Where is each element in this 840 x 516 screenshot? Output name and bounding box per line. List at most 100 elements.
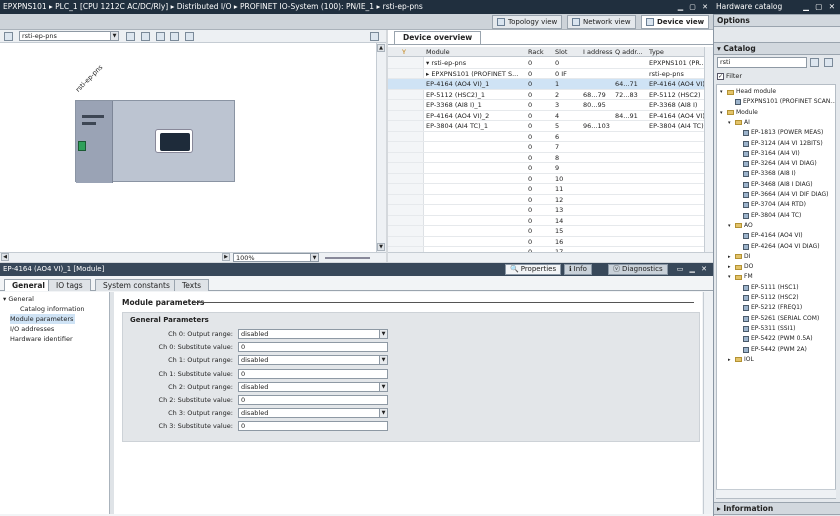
select-icon[interactable] xyxy=(156,32,165,41)
scroll-up-icon[interactable]: ▲ xyxy=(377,44,385,52)
topology-view-button[interactable]: Topology view xyxy=(492,15,563,29)
catalog-tree-item[interactable]: ▾ AO xyxy=(728,221,753,231)
table-row[interactable]: 0 13 xyxy=(388,205,704,216)
expander-icon[interactable]: ▸ xyxy=(728,262,733,272)
table-row[interactable]: EP-5112 (HSC2)_1 0 2 68...79 72...83 EP-5112 … xyxy=(388,90,704,100)
output-range-select[interactable]: disabled ▼ xyxy=(238,329,388,339)
catalog-window-controls[interactable]: ▁ ▢ ✕ xyxy=(803,0,837,14)
catalog-header[interactable]: ▾ Catalog xyxy=(714,42,840,55)
table-row[interactable]: EP-3368 (AI8 I)_1 0 3 80...95 EP-3368 (AI8 I… xyxy=(388,100,704,111)
catalog-tree-item[interactable]: EP-5112 (HSC2) xyxy=(736,293,799,303)
table-row[interactable]: 0 12 xyxy=(388,195,704,205)
table-row[interactable]: 0 15 xyxy=(388,226,704,237)
overview-vscroll[interactable] xyxy=(704,47,713,252)
col-type[interactable]: Type xyxy=(649,47,664,57)
scroll-right-icon[interactable]: ▶ xyxy=(222,253,230,261)
output-range-select[interactable]: disabled ▼ xyxy=(238,355,388,366)
zoom-icon[interactable] xyxy=(185,32,194,41)
catalog-tree-item[interactable]: ▸ DI xyxy=(728,252,750,262)
catalog-tree-item[interactable]: EP-3164 (AI4 VI) xyxy=(736,149,800,159)
catalog-tree-item[interactable]: EP-3804 (AI4 TC) xyxy=(736,211,801,221)
grid-icon[interactable] xyxy=(170,32,179,41)
panel-toggle-icon[interactable] xyxy=(370,32,379,41)
search-icon[interactable] xyxy=(810,58,819,67)
table-row[interactable]: 0 11 xyxy=(388,184,704,195)
panel-controls[interactable]: ▭ ▁ ✕ xyxy=(677,263,709,276)
window-controls[interactable]: ▁ ▢ ✕ xyxy=(678,0,710,14)
col-rack[interactable]: Rack xyxy=(528,47,544,57)
catalog-tree-item[interactable]: EP-3264 (AI4 VI DIAG) xyxy=(736,159,817,169)
properties-icon[interactable] xyxy=(126,32,135,41)
table-row[interactable]: EP-3804 (AI4 TC)_1 0 5 96...103 EP-3804 (AI4… xyxy=(388,121,704,132)
network-view-button[interactable]: Network view xyxy=(567,15,636,29)
catalog-tree-item[interactable]: EP-5442 (PWM 2A) xyxy=(736,345,807,355)
nav-general[interactable]: ▾ General xyxy=(3,294,34,304)
catalog-tree-item[interactable]: EP-5261 (SERIAL COM) xyxy=(736,314,819,324)
catalog-tree-item[interactable]: ▾ Module xyxy=(720,108,758,118)
catalog-tree-item[interactable]: ▾ Head module xyxy=(720,87,776,97)
properties-vscroll[interactable] xyxy=(703,292,713,514)
catalog-tree-item[interactable]: EP-3704 (AI4 RTD) xyxy=(736,200,806,210)
catalog-tree-item[interactable]: EPXPNS101 (PROFINET SCAN... xyxy=(728,97,835,107)
table-row[interactable]: EP-4164 (AO4 VI)_1 0 1 64...71 EP-4164 (AO4 … xyxy=(388,79,704,90)
canvas-hscroll[interactable]: ◀ ▶ 100% ▼ xyxy=(0,252,386,262)
catalog-tree-item[interactable]: EP-1813 (POWER MEAS) xyxy=(736,128,823,138)
catalog-tree-item[interactable]: EP-5111 (HSC1) xyxy=(736,283,799,293)
substitute-value-input[interactable]: 0 xyxy=(238,368,388,379)
overview-hscroll[interactable] xyxy=(388,252,713,262)
table-row[interactable]: 06 xyxy=(388,132,704,142)
nav-io-addresses[interactable]: I/O addresses xyxy=(10,324,54,334)
tab-properties[interactable]: 🔍 Properties xyxy=(505,264,562,275)
table-row[interactable]: 09 xyxy=(388,163,704,174)
catalog-hscroll[interactable] xyxy=(716,489,836,498)
expander-icon[interactable]: ▾ xyxy=(728,272,733,282)
tab-io-tags[interactable]: IO tags xyxy=(48,279,91,291)
nav-hardware-identifier[interactable]: Hardware identifier xyxy=(10,334,73,344)
table-icon[interactable] xyxy=(141,32,150,41)
catalog-tree-item[interactable]: ▾ FM xyxy=(728,272,753,282)
zoom-slider[interactable] xyxy=(325,257,370,259)
catalog-tree-item[interactable]: EP-5311 (SSI1) xyxy=(736,324,796,334)
catalog-tree-item[interactable]: ▾ AI xyxy=(728,118,750,128)
catalog-tree-item[interactable]: EP-3664 (AI4 VI DIF DIAG) xyxy=(736,190,828,200)
table-row[interactable]: 0 14 xyxy=(388,216,704,226)
filter-checkbox[interactable]: ✓ Filter xyxy=(717,72,742,80)
device-rack[interactable] xyxy=(75,100,235,183)
table-row[interactable]: 0 10 xyxy=(388,174,704,184)
search-next-icon[interactable] xyxy=(824,58,833,67)
col-q-address[interactable]: Q addr... xyxy=(615,47,643,57)
catalog-search-input[interactable]: rsti xyxy=(717,57,807,68)
output-range-select[interactable]: disabled ▼ xyxy=(238,381,388,392)
col-i-address[interactable]: I address xyxy=(583,47,613,57)
options-header[interactable]: Options xyxy=(714,14,840,27)
table-row[interactable]: ▸ EPXPNS101 (PROFINET S... 0 0 IF rsti-ep-p… xyxy=(388,69,704,79)
substitute-value-input[interactable]: 0 xyxy=(238,421,388,432)
expander-icon[interactable]: ▾ xyxy=(720,87,725,97)
device-view-button[interactable]: Device view xyxy=(641,15,710,29)
device-tool-icon[interactable] xyxy=(4,32,13,41)
expander-icon[interactable]: ▾ xyxy=(728,221,733,231)
catalog-tree-item[interactable]: EP-4164 (AO4 VI) xyxy=(736,231,803,241)
table-row[interactable]: 07 xyxy=(388,142,704,153)
catalog-tree-item[interactable]: EP-5212 (FREQ1) xyxy=(736,303,802,313)
device-selector[interactable]: rsti-ep-pns ▼ xyxy=(19,31,119,41)
tab-system-constants[interactable]: System constants xyxy=(95,279,178,291)
substitute-value-input[interactable]: 0 xyxy=(238,395,388,405)
col-slot[interactable]: Slot xyxy=(555,47,567,57)
expander-icon[interactable]: ▾ xyxy=(728,118,733,128)
catalog-tree-item[interactable]: ▸ DO xyxy=(728,262,753,272)
tab-texts[interactable]: Texts xyxy=(174,279,210,291)
catalog-tree-item[interactable]: EP-5422 (PWM 0.5A) xyxy=(736,334,813,344)
filter-icon[interactable]: Y xyxy=(402,47,406,57)
catalog-tree-item[interactable]: EP-3468 (AI8 I DIAG) xyxy=(736,180,813,190)
col-module[interactable]: Module xyxy=(426,47,450,57)
scroll-left-icon[interactable]: ◀ xyxy=(1,253,9,261)
information-header[interactable]: ▸ Information xyxy=(714,502,840,515)
tab-diagnostics[interactable]: ⓥ Diagnostics xyxy=(608,264,668,275)
expander-icon[interactable]: ▸ xyxy=(728,252,733,262)
tab-device-overview[interactable]: Device overview xyxy=(394,31,482,44)
tab-info[interactable]: ℹ Info xyxy=(564,264,592,275)
tab-general[interactable]: General xyxy=(4,279,53,291)
expander-icon[interactable]: ▾ xyxy=(720,108,725,118)
head-module-graphic[interactable] xyxy=(76,101,113,183)
